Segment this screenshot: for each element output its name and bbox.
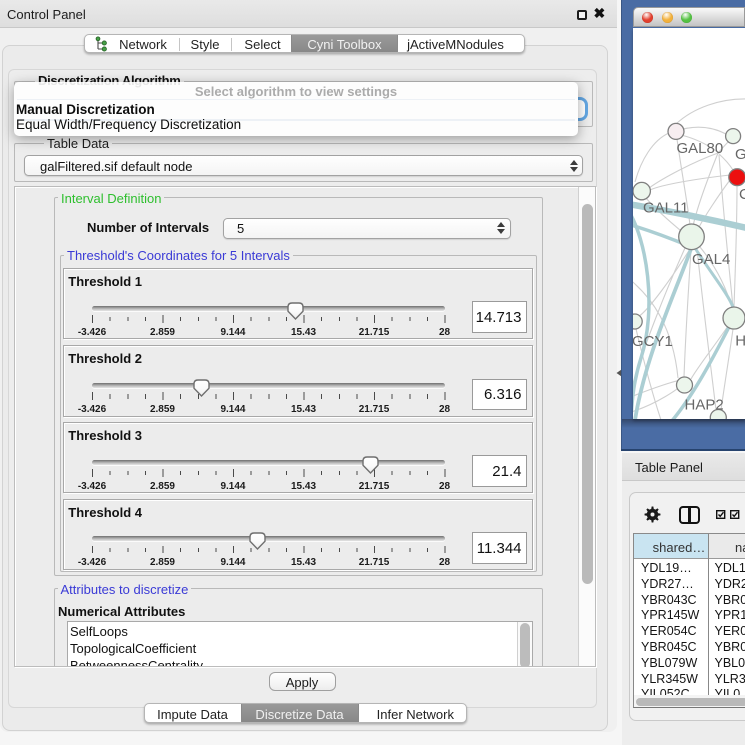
svg-text:HAP2: HAP2: [684, 396, 723, 413]
svg-text:GAL11: GAL11: [643, 199, 689, 216]
svg-text:C: C: [739, 186, 745, 203]
svg-text:H: H: [735, 332, 745, 349]
svg-text:GA: GA: [735, 146, 745, 163]
svg-text:GCY1: GCY1: [633, 333, 673, 350]
svg-text:GAL80: GAL80: [676, 140, 723, 157]
svg-text:GAL4: GAL4: [692, 251, 730, 268]
